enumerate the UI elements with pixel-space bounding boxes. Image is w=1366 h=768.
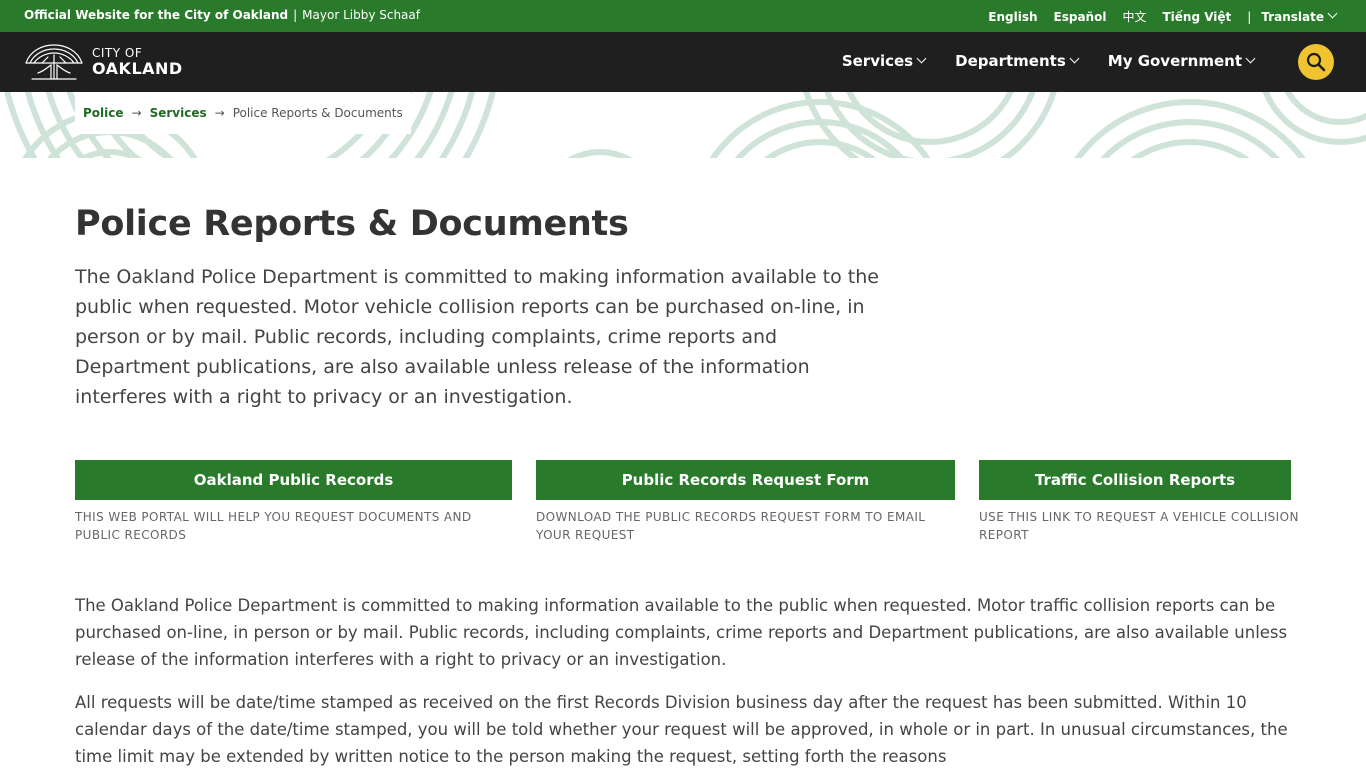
official-site-notice: Official Website for the City of Oakland…	[24, 8, 420, 22]
chevron-down-icon	[1069, 53, 1080, 63]
breadcrumb-police[interactable]: Police	[83, 106, 124, 120]
oakland-public-records-description: THIS WEB PORTAL WILL HELP YOU REQUEST DO…	[75, 510, 472, 542]
topbar-separator: |	[293, 8, 298, 22]
mayor-link[interactable]: Mayor Libby Schaaf	[302, 8, 420, 22]
official-site-label: Official Website for the City of Oakland	[24, 8, 289, 22]
traffic-collision-reports-button[interactable]: Traffic Collision Reports	[979, 460, 1291, 500]
breadcrumb: Police → Services → Police Reports & Doc…	[75, 92, 411, 134]
language-vietnamese[interactable]: Tiếng Việt	[1162, 10, 1231, 24]
logo-city-text: CITY OF	[92, 46, 143, 60]
public-records-request-form-description: DOWNLOAD THE PUBLIC RECORDS REQUEST FORM…	[536, 510, 926, 542]
chevron-down-icon	[916, 53, 927, 63]
page-intro: The Oakland Police Department is committ…	[75, 266, 879, 408]
oakland-public-records-button[interactable]: Oakland Public Records	[75, 460, 512, 500]
translate-label: Translate	[1261, 9, 1324, 24]
body-paragraph-2: All requests will be date/time stamped a…	[75, 693, 1288, 766]
chevron-down-icon	[1245, 53, 1256, 63]
nav-services-label: Services	[841, 52, 914, 70]
language-chinese[interactable]: 中文	[1122, 8, 1146, 25]
nav-departments[interactable]: Departments	[955, 52, 1080, 70]
language-english[interactable]: English	[988, 10, 1037, 24]
chevron-down-icon	[1327, 8, 1338, 19]
page-title: Police Reports & Documents	[75, 204, 629, 244]
breadcrumb-services[interactable]: Services	[150, 106, 207, 120]
nav-my-government[interactable]: My Government	[1107, 52, 1256, 70]
body-paragraph-1: The Oakland Police Department is committ…	[75, 596, 1288, 669]
nav-my-government-label: My Government	[1107, 52, 1242, 70]
city-logo[interactable]: CITY OF OAKLAND	[24, 43, 183, 81]
breadcrumb-arrow: →	[214, 106, 225, 120]
search-button[interactable]	[1298, 44, 1334, 80]
main-navigation: CITY OF OAKLAND Services Departments My …	[0, 32, 1366, 92]
oak-tree-icon	[25, 44, 83, 80]
language-spanish[interactable]: Español	[1054, 10, 1107, 24]
nav-departments-label: Departments	[955, 52, 1066, 70]
breadcrumb-current: Police Reports & Documents	[232, 106, 403, 120]
top-utility-bar: Official Website for the City of Oakland…	[0, 0, 1366, 32]
logo-oakland-text: OAKLAND	[92, 59, 183, 78]
breadcrumb-arrow: →	[131, 106, 142, 120]
language-switcher: English Español 中文 Tiếng Việt | Translat…	[972, 8, 1338, 25]
language-separator: |	[1247, 9, 1252, 24]
primary-nav: Services Departments My Government	[812, 52, 1256, 70]
translate-dropdown[interactable]: Translate	[1261, 8, 1338, 24]
nav-services[interactable]: Services	[841, 52, 927, 70]
traffic-collision-reports-description: USE THIS LINK TO REQUEST A VEHICLE COLLI…	[979, 510, 1299, 542]
public-records-request-form-button[interactable]: Public Records Request Form	[536, 460, 955, 500]
search-icon	[1306, 52, 1326, 72]
